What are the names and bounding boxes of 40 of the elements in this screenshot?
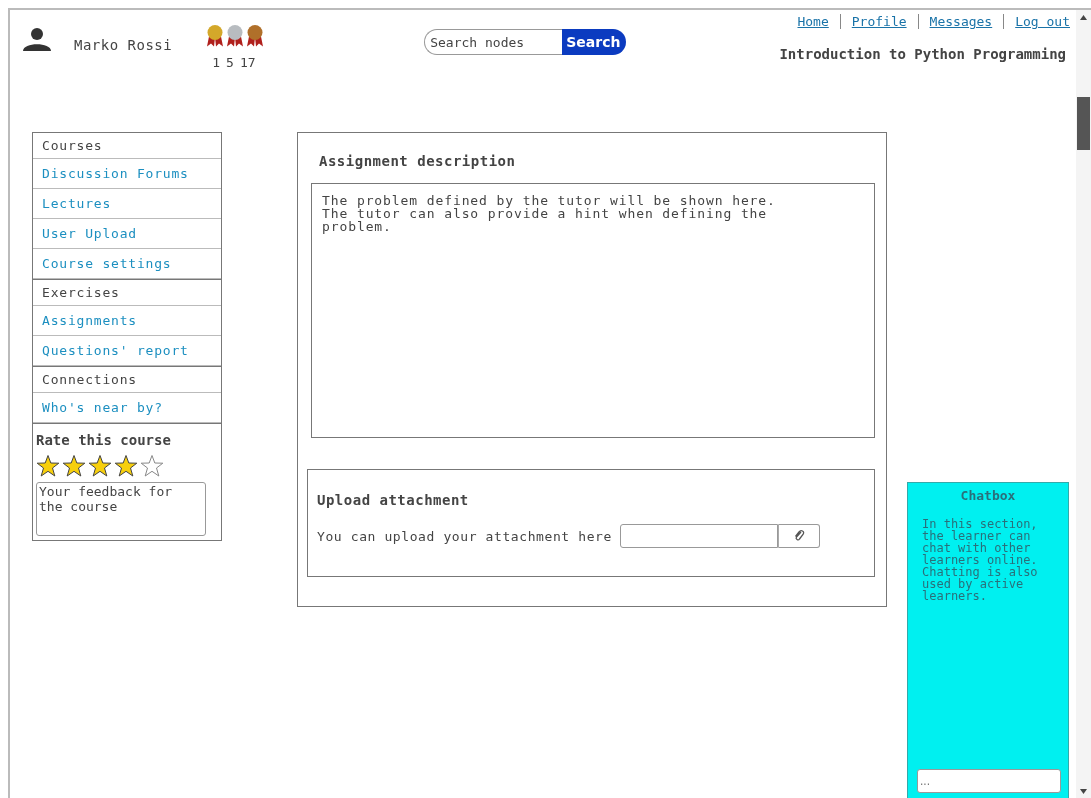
scrollbar-drawing[interactable] (1076, 10, 1091, 798)
search-button[interactable]: Search (562, 29, 627, 55)
nav-link[interactable]: Profile (851, 14, 907, 29)
filled-star-icon[interactable] (62, 454, 86, 478)
assignment-title: Assignment description (319, 153, 517, 169)
chat-input[interactable]: ... (917, 769, 1061, 793)
feedback-field[interactable]: Your feedback for the course (36, 482, 206, 536)
nav-link[interactable]: Messages (929, 14, 993, 29)
medal-count: 17 (239, 55, 256, 70)
chatbox-title: Chatbox (959, 488, 1017, 503)
search-field[interactable]: Search nodes (424, 29, 563, 55)
rating-title: Rate this course (36, 432, 172, 448)
filled-star-icon[interactable] (114, 454, 138, 478)
nav-link[interactable]: Home (797, 14, 829, 29)
user-icon (22, 27, 52, 51)
empty-star-icon[interactable] (140, 454, 164, 478)
user-name: Marko Rossi (74, 37, 173, 53)
filled-star-icon[interactable] (88, 454, 112, 478)
assignment-text: The problem defined by the tutor will be shown here. The tutor can also provide a hint when defining the problem. (322, 194, 777, 233)
sidebar-link[interactable]: User Upload (33, 219, 221, 249)
upload-label: You can upload your attachment here (317, 528, 612, 544)
sidebar-link[interactable]: Assignments (33, 306, 221, 336)
paperclip-icon (792, 529, 805, 543)
sidebar-link[interactable]: Course settings (33, 249, 221, 279)
medal-count: 5 (226, 55, 234, 70)
filled-star-icon[interactable] (36, 454, 60, 478)
sidebar-link[interactable]: Lectures (33, 189, 221, 219)
file-field[interactable] (619, 524, 778, 548)
medal-count: 1 (212, 55, 221, 70)
chatbox-text: In this section, the learner can chat with other learners online. Chatting is also used by active learners. (922, 518, 1039, 602)
sidebar-link[interactable]: Who's near by? (33, 393, 221, 423)
upload-title: Upload attachment (317, 492, 470, 508)
section-header: Courses (33, 133, 221, 159)
attach-button[interactable] (777, 524, 820, 548)
section-header: Exercises (33, 279, 221, 306)
nav-link[interactable]: Log out (1015, 14, 1070, 29)
sidebar-link[interactable]: Questions' report (33, 336, 221, 366)
sidebar-link[interactable]: Discussion Forums (33, 159, 221, 189)
course-title: Introduction to Python Programming (779, 46, 1066, 62)
section-header: Connections (33, 366, 221, 393)
